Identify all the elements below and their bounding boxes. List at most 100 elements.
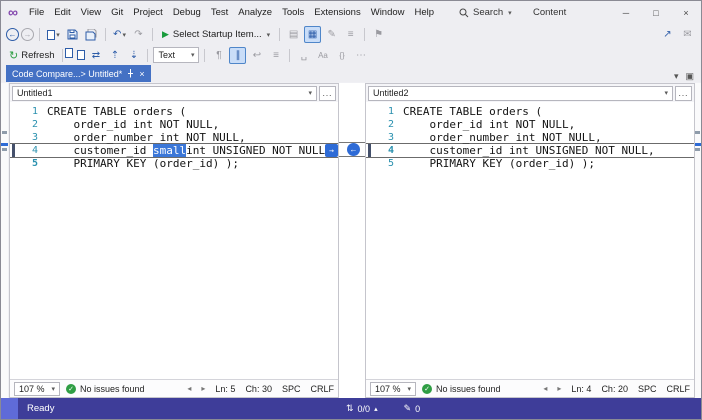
refresh-button[interactable]: ↻ Refresh bbox=[6, 47, 57, 64]
code-line-diff[interactable]: 4 customer_id int UNSIGNED NOT NULL, bbox=[366, 143, 694, 158]
scroll-right-icon[interactable]: ▸ bbox=[201, 384, 205, 393]
code-text[interactable]: customer_id int UNSIGNED NOT NULL, bbox=[403, 144, 694, 157]
content-label[interactable]: Content bbox=[533, 4, 566, 21]
code-text[interactable]: CREATE TABLE orders ( bbox=[403, 105, 694, 118]
right-browse-button[interactable]: ... bbox=[675, 85, 692, 101]
nav-back-button[interactable]: ← bbox=[6, 28, 19, 41]
code-text[interactable]: customer_id smallint UNSIGNED NOT NULL, bbox=[47, 144, 338, 157]
menu-analyze[interactable]: Analyze bbox=[233, 1, 277, 24]
highlight-changes-button[interactable]: ∥ bbox=[229, 46, 247, 64]
maximize-button[interactable]: □ bbox=[641, 1, 671, 24]
right-file-selector[interactable]: Untitled2 ▾ bbox=[368, 85, 673, 101]
redo-button[interactable]: ↷ bbox=[130, 26, 147, 43]
menu-tools[interactable]: Tools bbox=[277, 1, 309, 24]
float-window-icon[interactable]: ▣ bbox=[685, 71, 694, 82]
tab-code-compare[interactable]: Code Compare...> Untitled* × bbox=[6, 65, 151, 82]
save-button[interactable] bbox=[64, 26, 81, 43]
code-text[interactable]: order_id int NOT NULL, bbox=[403, 118, 694, 131]
preview-changes-button[interactable]: ▦ bbox=[304, 26, 322, 43]
new-file-button[interactable]: ▾ bbox=[45, 26, 62, 43]
show-whitespace-button[interactable]: ¶ bbox=[210, 47, 227, 64]
right-editor[interactable]: 1 CREATE TABLE orders ( 2 order_id int N… bbox=[366, 102, 694, 379]
close-button[interactable]: × bbox=[671, 1, 701, 24]
compare-mode-dropdown[interactable]: Text ▾ bbox=[153, 47, 200, 63]
live-share-button[interactable]: ↗ bbox=[659, 26, 676, 43]
code-text[interactable]: order_id int NOT NULL, bbox=[47, 118, 338, 131]
pin-icon[interactable] bbox=[127, 69, 134, 78]
structure-compare-button[interactable]: {} bbox=[333, 47, 350, 64]
more-options-button[interactable]: ⋯ bbox=[352, 47, 369, 64]
diff-mark[interactable] bbox=[2, 131, 7, 134]
current-diff-mark[interactable] bbox=[1, 143, 8, 146]
code-text[interactable]: PRIMARY KEY (order_id) ); bbox=[47, 157, 338, 170]
code-line[interactable]: 3 order_number int NOT NULL, bbox=[366, 131, 694, 144]
left-overview-ruler[interactable] bbox=[1, 83, 8, 398]
left-zoom-dropdown[interactable]: 107 % ▾ bbox=[14, 381, 60, 396]
copy-to-left-button[interactable]: ← bbox=[347, 143, 360, 156]
current-diff-mark[interactable] bbox=[694, 143, 701, 146]
menu-file[interactable]: File bbox=[24, 1, 49, 24]
right-issues-indicator[interactable]: ✓ No issues found bbox=[422, 383, 501, 394]
minimize-button[interactable]: ─ bbox=[611, 1, 641, 24]
scroll-left-icon[interactable]: ◂ bbox=[543, 384, 547, 393]
menu-edit[interactable]: Edit bbox=[49, 1, 75, 24]
background-tasks-indicator[interactable] bbox=[1, 398, 18, 419]
code-text[interactable]: order_number int NOT NULL, bbox=[47, 131, 338, 144]
code-line[interactable]: 2 order_id int NOT NULL, bbox=[366, 118, 694, 131]
left-issues-indicator[interactable]: ✓ No issues found bbox=[66, 383, 145, 394]
collapse-icon[interactable]: ▴ bbox=[374, 405, 378, 413]
search-box[interactable]: Search ▾ bbox=[453, 4, 518, 21]
code-text[interactable]: order_number int NOT NULL, bbox=[403, 131, 694, 144]
code-line[interactable]: 1 CREATE TABLE orders ( bbox=[10, 105, 338, 118]
edit-button[interactable]: ✎ bbox=[323, 26, 340, 43]
word-wrap-button[interactable]: ↩ bbox=[248, 47, 265, 64]
space-mode-indicator[interactable]: SPC bbox=[282, 384, 301, 394]
copy-to-right-button[interactable]: → bbox=[325, 144, 338, 157]
left-editor[interactable]: 1 CREATE TABLE orders ( 2 order_id int N… bbox=[10, 102, 338, 379]
bookmark-button[interactable]: ⚑ bbox=[370, 26, 387, 43]
next-difference-button[interactable]: ⇣ bbox=[125, 47, 142, 64]
space-mode-indicator[interactable]: SPC bbox=[638, 384, 657, 394]
code-line-diff[interactable]: 4 customer_id smallint UNSIGNED NOT NULL… bbox=[10, 143, 338, 158]
code-text[interactable]: PRIMARY KEY (order_id) ); bbox=[403, 157, 694, 170]
feedback-button[interactable]: ✉ bbox=[679, 26, 696, 43]
line-numbers-button[interactable]: ≡ bbox=[267, 47, 284, 64]
code-line[interactable]: 3 order_number int NOT NULL, bbox=[10, 131, 338, 144]
list-button[interactable]: ≡ bbox=[342, 26, 359, 43]
right-zoom-dropdown[interactable]: 107 % ▾ bbox=[370, 381, 416, 396]
chevron-down-icon[interactable]: ▾ bbox=[674, 71, 679, 82]
right-overview-ruler[interactable] bbox=[694, 83, 701, 398]
menu-view[interactable]: View bbox=[76, 1, 106, 24]
eol-indicator[interactable]: CRLF bbox=[666, 384, 690, 394]
undo-button[interactable]: ↶ ▾ bbox=[111, 26, 128, 43]
code-line[interactable]: 2 order_id int NOT NULL, bbox=[10, 118, 338, 131]
edit-counter[interactable]: ✎ 0 bbox=[404, 403, 421, 414]
menu-window[interactable]: Window bbox=[366, 1, 410, 24]
menu-help[interactable]: Help bbox=[410, 1, 440, 24]
diff-mark[interactable] bbox=[695, 148, 700, 151]
eol-indicator[interactable]: CRLF bbox=[310, 384, 334, 394]
menu-git[interactable]: Git bbox=[106, 1, 128, 24]
diff-counter[interactable]: ⇅ 0/0 ▴ bbox=[346, 403, 378, 414]
previous-difference-button[interactable]: ⇡ bbox=[106, 47, 123, 64]
nav-forward-button[interactable]: → bbox=[21, 28, 34, 41]
save-all-button[interactable] bbox=[83, 26, 100, 43]
tab-close-icon[interactable]: × bbox=[139, 69, 144, 79]
diff-mark[interactable] bbox=[2, 148, 7, 151]
layout-grid-button[interactable]: ▤ bbox=[285, 26, 302, 43]
menu-project[interactable]: Project bbox=[128, 1, 168, 24]
scroll-left-icon[interactable]: ◂ bbox=[187, 384, 191, 393]
diff-mark[interactable] bbox=[695, 131, 700, 134]
code-line[interactable]: 5 PRIMARY KEY (order_id) ); bbox=[10, 157, 338, 170]
ignore-case-button[interactable]: Aa bbox=[314, 47, 331, 64]
menu-extensions[interactable]: Extensions bbox=[309, 1, 365, 24]
start-debug-button[interactable]: ▶ Select Startup Item... ▾ bbox=[158, 26, 274, 43]
menu-test[interactable]: Test bbox=[206, 1, 233, 24]
code-text[interactable]: CREATE TABLE orders ( bbox=[47, 105, 338, 118]
swap-sides-button[interactable]: ⇄ bbox=[87, 47, 104, 64]
scroll-right-icon[interactable]: ▸ bbox=[557, 384, 561, 393]
menu-debug[interactable]: Debug bbox=[168, 1, 206, 24]
ignore-whitespace-button[interactable]: ␣ bbox=[295, 47, 312, 64]
code-line[interactable]: 5 PRIMARY KEY (order_id) ); bbox=[366, 157, 694, 170]
code-line[interactable]: 1 CREATE TABLE orders ( bbox=[366, 105, 694, 118]
